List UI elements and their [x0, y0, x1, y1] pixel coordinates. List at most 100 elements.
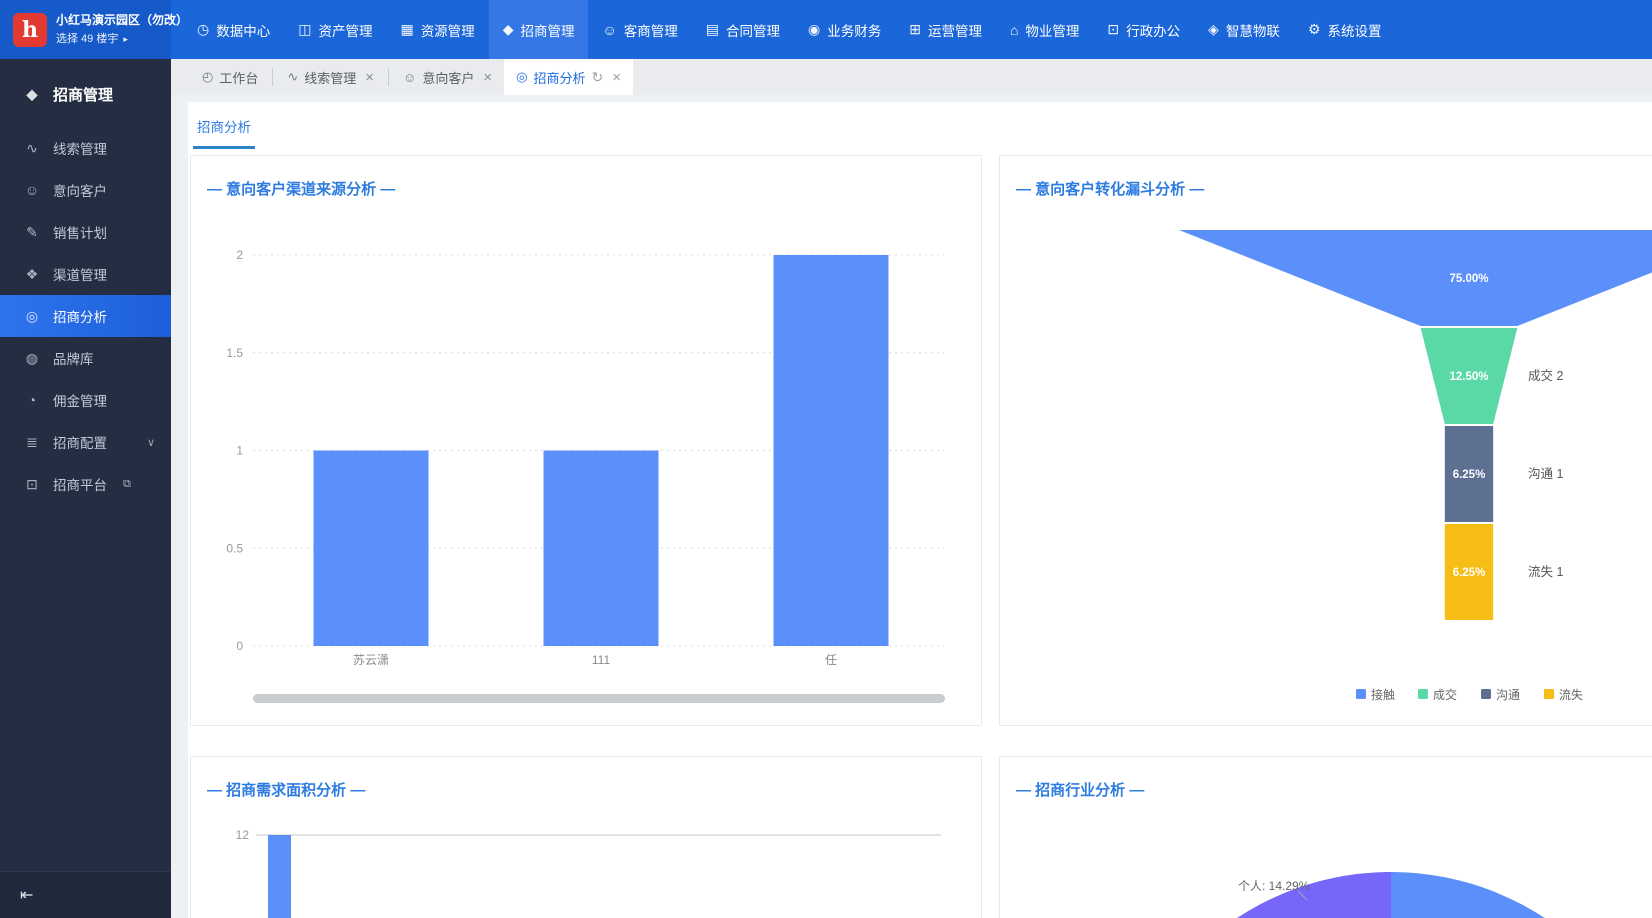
chart-label: 0.5 [226, 541, 243, 555]
chart-label: 1 [236, 444, 243, 458]
bar-苏云潇 [314, 451, 429, 647]
caret-right-icon: ▸ [123, 34, 128, 44]
chart-label: 0 [236, 639, 243, 653]
card-title: — 招商需求面积分析 — [207, 779, 365, 800]
sidebar-item-clue-management[interactable]: ∿线索管理 [0, 127, 171, 169]
sidebar-item-investment-platform[interactable]: ⊡招商平台⧉ [0, 463, 171, 505]
close-icon[interactable]: × [612, 69, 621, 86]
content-area: 招商分析 — 意向客户渠道来源分析 — 00.511.52苏云潇111任 — 意… [171, 95, 1652, 918]
card-demand-area: — 招商需求面积分析 — 12 [190, 756, 982, 918]
nav-item-system-settings[interactable]: ⚙系统设置 [1294, 0, 1396, 59]
legend-item-沟通[interactable]: 沟通 [1481, 688, 1520, 702]
person-icon: ☺ [602, 22, 616, 38]
nav-item-merchant-management[interactable]: ☺ 客商管理 [588, 0, 691, 59]
legend-item-成交[interactable]: 成交 [1418, 687, 1457, 702]
tab-clue-management[interactable]: ∿ 线索管理 × [275, 59, 386, 95]
brand-icon: ◍ [24, 350, 40, 367]
chart-label: 12 [236, 828, 250, 842]
sidebar-item-investment-analysis[interactable]: ◎招商分析 [0, 295, 171, 337]
tab-workbench[interactable]: ◴工作台 [190, 59, 270, 95]
nav-item-asset-management[interactable]: ◫资产管理 [284, 0, 386, 59]
analysis-funnel-icon: ◎ [24, 308, 40, 325]
chart-label: 6.25% [1453, 567, 1486, 579]
legend-swatch [1544, 689, 1554, 699]
nav-item-label: 客商管理 [624, 20, 678, 40]
chart-label: 个人: 14.29% [1238, 879, 1310, 893]
nav-item-investment-management[interactable]: ◆招商管理 [489, 0, 589, 59]
org-name: 小红马演示园区（勿改） [56, 13, 188, 28]
nav-item-data-center[interactable]: ◷数据中心 [183, 0, 284, 59]
close-icon[interactable]: × [365, 69, 374, 86]
nav-item-label: 合同管理 [726, 20, 780, 40]
sidebar-item-label: 线索管理 [53, 138, 107, 158]
sales-plan-icon: ✎ [24, 224, 40, 241]
tab-intent-customers[interactable]: ☺意向客户× [391, 59, 504, 95]
sidebar-item-brand-library[interactable]: ◍品牌库 [0, 337, 171, 379]
sidebar: ◆ 招商管理 ∿线索管理☺意向客户✎销售计划❖渠道管理◎招商分析◍品牌库◔佣金管… [0, 59, 171, 918]
finance-coin-icon: ◉ [808, 21, 820, 38]
card-title: — 意向客户渠道来源分析 — [207, 178, 395, 199]
platform-monitor-icon: ⊡ [24, 476, 40, 493]
diamond-icon: ◆ [24, 86, 40, 103]
bar-任 [774, 255, 889, 646]
chart-label: 2 [236, 248, 243, 262]
legend-swatch [1418, 689, 1428, 699]
resource-building-icon: ▦ [400, 21, 413, 38]
sidebar-item-sales-plan[interactable]: ✎销售计划 [0, 211, 171, 253]
sidebar-item-intent-customers[interactable]: ☺意向客户 [0, 169, 171, 211]
card-conversion-funnel: — 意向客户转化漏斗分析 — 75.00%12.50%成交 26.25%沟通 1… [999, 155, 1652, 726]
nav-item-label: 业务财务 [827, 20, 881, 40]
sidebar-item-commission-management[interactable]: ◔佣金管理 [0, 379, 171, 421]
sidebar-item-channel-management[interactable]: ❖ 渠道管理 [0, 253, 171, 295]
nav-item-business-finance[interactable]: ◉ 业务财务 [794, 0, 895, 59]
clue-icon: ∿ [287, 69, 298, 85]
nav-item-label: 招商管理 [520, 20, 574, 40]
chart-label: 流失 [1559, 687, 1583, 702]
nav-item-property-management[interactable]: ⌂物业管理 [996, 0, 1093, 59]
chart-label: 成交 2 [1528, 368, 1563, 383]
chart-label: 苏云潇 [353, 653, 389, 667]
legend-swatch [1356, 689, 1366, 699]
nav-item-label: 运营管理 [928, 20, 982, 40]
sidebar-collapse-button[interactable]: ⇤ [0, 871, 171, 918]
nav-item-admin-office[interactable]: ⊡行政办公 [1093, 0, 1194, 59]
top-nav: h 小红马演示园区（勿改） 选择 49 楼宇▸ ◷数据中心◫资产管理 ▦ 资源管理 ◆… [0, 0, 1652, 59]
legend-item-流失[interactable]: 流失 [1544, 687, 1583, 702]
org-switcher[interactable]: h 小红马演示园区（勿改） 选择 49 楼宇▸ [0, 0, 171, 59]
building-selector[interactable]: 选择 49 楼宇▸ [56, 30, 188, 46]
nav-item-label: 数据中心 [216, 20, 270, 40]
tab-label: 线索管理 [304, 68, 356, 87]
nav-item-operations-management[interactable]: ⊞ 运营管理 [895, 0, 996, 59]
sidebar-item-label: 意向客户 [53, 180, 107, 200]
operations-grid-icon: ⊞ [909, 21, 921, 38]
subtab-investment-analysis[interactable]: 招商分析 [193, 116, 255, 149]
sidebar-item-label: 渠道管理 [53, 264, 107, 284]
channel-source-bar-chart: 00.511.52苏云潇111任 [191, 156, 982, 725]
nav-item-smart-iot[interactable]: ◈智慧物联 [1194, 0, 1294, 59]
iot-chip-icon: ◈ [1208, 21, 1219, 38]
close-icon[interactable]: × [483, 69, 492, 86]
tab-investment-analysis[interactable]: ◎招商分析↻× [504, 59, 633, 95]
chart-label: 1.5 [226, 346, 243, 360]
document-icon: ▤ [706, 21, 719, 38]
chart-cards: — 意向客户渠道来源分析 — 00.511.52苏云潇111任 — 意向客户转化… [190, 155, 1652, 918]
workspace: ◴工作台∿线索管理×☺意向客户×◎招商分析↻× 招商分析 — 意向客户渠道来源分… [171, 59, 1652, 918]
person-icon: ☺ [403, 70, 416, 85]
config-sliders-icon: ≣ [24, 434, 40, 451]
card-industry-pie: — 招商行业分析 — 个人: 14.29% [999, 756, 1652, 918]
chart-horizontal-scrollbar[interactable] [253, 694, 945, 703]
chart-label: 沟通 [1496, 688, 1520, 702]
analysis-funnel-icon: ◎ [516, 69, 527, 85]
nav-item-contract-management[interactable]: ▤ 合同管理 [692, 0, 794, 59]
nav-item-resource-management[interactable]: ▦ 资源管理 [386, 0, 488, 59]
sidebar-item-label: 佣金管理 [53, 390, 107, 410]
refresh-icon[interactable]: ↻ [591, 69, 603, 86]
sidebar-item-label: 招商平台 [53, 474, 107, 494]
chart-label: 流失 1 [1528, 564, 1563, 579]
main-nav: ◷数据中心◫资产管理 ▦ 资源管理 ◆招商管理 ☺ 客商管理 ▤ 合同管理 ◉ 业务财务 ⊞ 运营管理… [171, 0, 1652, 59]
nav-item-label: 资源管理 [421, 20, 475, 40]
channel-icon: ❖ [24, 266, 40, 283]
chart-label: 任 [825, 653, 837, 667]
legend-item-接触[interactable]: 接触 [1356, 687, 1395, 702]
sidebar-item-investment-config[interactable]: ≣招商配置∨ [0, 421, 171, 463]
